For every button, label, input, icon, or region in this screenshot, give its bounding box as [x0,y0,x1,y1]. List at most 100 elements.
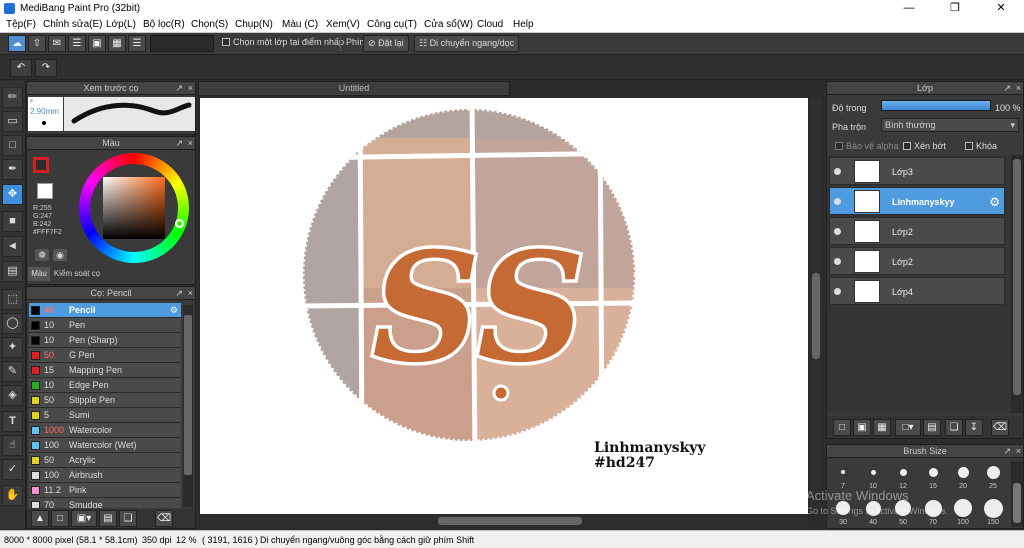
canvas-paper[interactable]: SS Linhmanyskyy #hd247 [200,98,808,514]
document-icon[interactable]: ▣ [88,35,106,52]
add-brush-icon[interactable]: ▲ [31,510,49,527]
brush-size-option[interactable]: 15 [919,461,947,495]
visibility-eye-icon[interactable] [834,288,841,295]
brush-size-option[interactable]: 150 [979,497,1007,531]
share-icon[interactable]: ⇧ [28,35,46,52]
folder-icon[interactable]: ▤ [99,510,117,527]
palette-icon[interactable]: ❁ [35,249,49,261]
hue-handle[interactable] [175,219,184,228]
brush-item[interactable]: 5 Sumi [29,408,181,423]
chat-icon[interactable]: ☰ [68,35,86,52]
close-panel-icon[interactable]: × [1016,82,1021,95]
scrollbar-thumb[interactable] [184,315,192,475]
menu-select[interactable]: Chọn(S) [191,19,228,30]
undo-icon[interactable]: ↶ [10,59,32,77]
tab-color[interactable]: Màu [28,267,50,281]
gear-icon[interactable]: ⚙ [170,303,178,317]
vertical-scroll-thumb[interactable] [812,273,820,359]
merge-layer-icon[interactable]: ↧ [965,419,983,436]
brush-item[interactable]: 10 Pen (Sharp) [29,333,181,348]
horizontal-scrollbar[interactable] [200,515,808,527]
rect-tool-icon[interactable]: □ [2,135,23,156]
minimize-button[interactable]: — [886,0,932,17]
duplicate-layer-icon[interactable]: ❏ [945,419,963,436]
popout-icon[interactable]: ↗ [175,82,183,95]
layer-list-scrollbar[interactable] [1011,155,1023,413]
menu-view[interactable]: Xem(V) [326,19,360,30]
fill-rect-tool-icon[interactable]: ■ [2,211,23,232]
brush-item[interactable]: 50 Acrylic [29,453,181,468]
layer-menu-icon[interactable]: □▾ [895,419,921,436]
gradient-tool-icon[interactable]: ▤ [2,261,23,282]
protect-alpha-checkbox[interactable]: Bảo vệ alpha [835,141,899,151]
menu-snap[interactable]: Chụp(N) [235,19,273,30]
brush-list-scrollbar[interactable] [183,305,193,507]
lock-checkbox[interactable]: Khóa [965,141,997,151]
reset-button[interactable]: ⊘ Đặt lại [363,35,409,52]
menu-color[interactable]: Màu (C) [282,19,318,30]
close-panel-icon[interactable]: × [188,287,193,300]
new-brush-icon[interactable]: □ [51,510,69,527]
brush-size-scroll-thumb[interactable] [1013,483,1021,523]
text-tool-icon[interactable]: T [2,411,23,432]
close-button[interactable]: ✕ [978,0,1024,17]
layer-row[interactable]: Lớp2 [829,217,1005,245]
operation-tool-icon[interactable]: ☝ [2,435,23,456]
layer-row[interactable]: Lớp2 [829,247,1005,275]
visibility-eye-icon[interactable] [834,228,841,235]
eraser-tool-icon[interactable]: ▭ [2,111,23,132]
list-icon[interactable]: ☰ [128,35,146,52]
saturation-square[interactable] [103,177,165,239]
new-layer-icon[interactable]: □ [833,419,851,436]
visibility-eye-icon[interactable] [834,198,841,205]
brush-item[interactable]: 10 Edge Pen [29,378,181,393]
eyedropper-tool-icon[interactable]: ✓ [2,459,23,480]
brush-item[interactable]: 100 Watercolor (Wet) [29,438,181,453]
move-horizontal-vertical-button[interactable]: ☷ Di chuyển ngang/dọc [414,35,520,52]
brush-menu-icon[interactable]: ▣▾ [71,510,97,527]
grid-icon[interactable]: ▦ [108,35,126,52]
menu-cloud[interactable]: Cloud [477,19,503,30]
move-tool-icon[interactable]: ✥ [2,184,23,205]
cloud-icon[interactable]: ☁ [8,35,26,52]
gear-icon[interactable]: ⚙ [989,195,1000,209]
bucket-tool-icon[interactable]: ◄ [2,236,23,257]
trash-icon[interactable]: ⌫ [155,510,173,527]
select-eraser-tool-icon[interactable]: ◈ [2,385,23,406]
select-pen-tool-icon[interactable]: ✎ [2,361,23,382]
popout-icon[interactable]: ↗ [1003,82,1011,95]
brush-size-option[interactable]: 100 [949,497,977,531]
document-tab[interactable]: Untitled [198,81,510,96]
new-color-layer-icon[interactable]: ▣ [853,419,871,436]
visibility-eye-icon[interactable] [834,168,841,175]
brush-item[interactable]: 1000 Watercolor [29,423,181,438]
hand-tool-icon[interactable]: ✋ [2,485,23,506]
tab-brush-control[interactable]: Kiểm soát cọ [51,267,103,281]
menu-file[interactable]: Tệp(F) [6,19,36,30]
brush-item[interactable]: 50 Stipple Pen [29,393,181,408]
close-panel-icon[interactable]: × [1016,445,1021,458]
layer-row[interactable]: Linhmanyskyy ⚙ [829,187,1005,215]
menu-tools[interactable]: Công cụ(T) [367,19,417,30]
hue-wheel[interactable] [79,153,189,263]
brush-item[interactable]: 10 Pen [29,318,181,333]
brush-item[interactable]: 70 Smudge [29,498,181,508]
brush-item[interactable]: 100 Airbrush [29,468,181,483]
new-halftone-layer-icon[interactable]: ▦ [873,419,891,436]
menu-layer[interactable]: Lớp(L) [106,19,136,30]
brush-item[interactable]: 50 G Pen [29,348,181,363]
trash-icon[interactable]: ⌫ [991,419,1009,436]
brush-size-option[interactable]: 20 [949,461,977,495]
redo-icon[interactable]: ↷ [35,59,57,77]
popout-icon[interactable]: ↗ [175,287,183,300]
popout-icon[interactable]: ↗ [175,137,183,150]
select-rect-tool-icon[interactable]: ⬚ [2,289,23,310]
horizontal-scroll-thumb[interactable] [438,517,582,525]
close-panel-icon[interactable]: × [188,82,193,95]
menu-filter[interactable]: Bộ lọc(R) [143,19,185,30]
close-panel-icon[interactable]: × [188,137,193,150]
menu-edit[interactable]: Chỉnh sửa(E) [43,19,103,30]
dropper-icon[interactable]: ◉ [53,249,67,261]
layer-row[interactable]: Lớp3 [829,157,1005,185]
menu-help[interactable]: Help [513,19,534,30]
